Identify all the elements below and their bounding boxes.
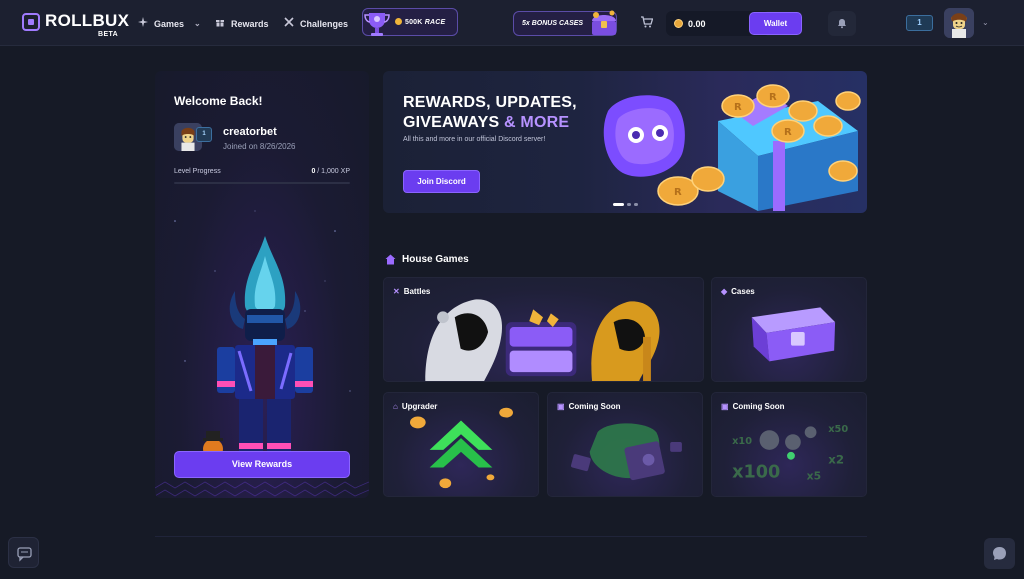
race-amount: 500K — [405, 19, 423, 26]
race-label: RACE — [424, 19, 446, 26]
treasure-chest-icon — [592, 10, 616, 35]
cart-icon[interactable] — [641, 16, 653, 28]
tile-cases-label: ◆ Cases — [721, 287, 755, 296]
svg-text:R: R — [674, 187, 682, 198]
welcome-heading: Welcome Back! — [174, 94, 263, 108]
bonus-cases-banner[interactable]: 5x BONUS CASES — [513, 10, 617, 36]
level-progress-bar — [174, 182, 350, 184]
promo-banner: REWARDS, UPDATES, GIVEAWAYS & MORE All t… — [383, 71, 867, 213]
box-icon: ◆ — [721, 287, 728, 296]
tile-upgrader[interactable]: ⌂ Upgrader — [383, 392, 539, 497]
level-progress-value: 0 / 1,000 XP — [311, 168, 350, 175]
svg-text:x5: x5 — [807, 469, 821, 482]
gamepad-icon — [138, 17, 148, 30]
level-badge: 1 — [906, 15, 933, 31]
logo-icon — [22, 13, 40, 31]
banner-title: REWARDS, UPDATES, GIVEAWAYS & MORE — [403, 93, 577, 133]
profile-level-badge: 1 — [196, 127, 212, 142]
tile-cases[interactable]: ◆ Cases — [711, 277, 867, 382]
join-discord-button[interactable]: Join Discord — [403, 170, 480, 193]
banner-title-line1: REWARDS, UPDATES, — [403, 94, 577, 111]
svg-text:x10: x10 — [732, 436, 752, 447]
logo-text-b: BUX — [92, 11, 130, 30]
level-progress-label: Level Progress — [174, 168, 221, 175]
avatar-image — [944, 8, 974, 38]
logo-text-a: ROLL — [45, 11, 93, 30]
lock-icon: ▣ — [557, 402, 565, 411]
chevron-down-icon: ⌄ — [194, 19, 201, 28]
balance-value: 0.00 — [688, 19, 706, 29]
banner-subtitle: All this and more in our official Discor… — [403, 136, 546, 143]
bell-icon — [838, 19, 846, 29]
top-navbar: ROLLBUX BETA Games ⌄ Rewards Challenges — [0, 0, 1024, 46]
chat-button[interactable] — [8, 537, 39, 568]
coin-icon — [395, 18, 402, 25]
bonus-cases-label: 5x BONUS CASES — [522, 20, 584, 27]
nav-rewards-label: Rewards — [231, 18, 269, 29]
nav-challenges[interactable]: Challenges — [284, 17, 348, 30]
swords-icon — [284, 17, 294, 30]
chevron-down-icon[interactable]: ⌄ — [982, 18, 989, 27]
tile-battles-label: ✕ Battles — [393, 287, 431, 296]
nav-games[interactable]: Games ⌄ — [138, 17, 201, 30]
support-chat-icon — [993, 547, 1006, 560]
support-button[interactable] — [984, 538, 1015, 569]
avatar[interactable] — [944, 8, 974, 38]
profile-panel: Welcome Back! 1 creatorbet Joined on 8/2… — [155, 71, 369, 498]
character-avatar-art — [203, 236, 313, 459]
swords-icon: ✕ — [393, 287, 400, 296]
tile-coming-soon-2[interactable]: x100 x10 x50 x2 x5 ▣ Coming Soon — [711, 392, 867, 497]
footer-divider — [155, 536, 867, 537]
tile-coming-soon-1-label: ▣ Coming Soon — [557, 402, 621, 411]
view-rewards-button[interactable]: View Rewards — [174, 451, 350, 478]
tile-coming-soon-1[interactable]: ▣ Coming Soon — [547, 392, 703, 497]
svg-text:x100: x100 — [732, 462, 780, 482]
joined-date: Joined on 8/26/2026 — [223, 142, 296, 151]
tile-upgrader-label: ⌂ Upgrader — [393, 402, 438, 411]
trophy-icon — [364, 13, 390, 36]
house-games-heading: House Games — [385, 254, 469, 265]
nav-rewards[interactable]: Rewards — [215, 17, 269, 30]
house-games-title: House Games — [402, 254, 469, 265]
username: creatorbet — [223, 126, 277, 138]
nav-games-label: Games — [154, 18, 185, 29]
logo[interactable]: ROLLBUX BETA — [22, 11, 130, 38]
svg-text:x2: x2 — [828, 453, 844, 467]
carousel-dot-1[interactable] — [613, 203, 624, 206]
svg-text:R: R — [734, 102, 742, 113]
lock-icon: ▣ — [721, 402, 729, 411]
svg-text:R: R — [769, 92, 777, 103]
banner-title-line2: GIVEAWAYS — [403, 114, 500, 131]
carousel-dot-3[interactable] — [634, 203, 638, 206]
carousel-dots — [613, 203, 638, 206]
wallet-button[interactable]: Wallet — [749, 12, 802, 35]
battles-art — [425, 299, 660, 381]
home-icon: ⌂ — [393, 402, 398, 411]
tile-coming-soon-2-label: ▣ Coming Soon — [721, 402, 785, 411]
chat-icon — [17, 547, 32, 562]
carousel-dot-2[interactable] — [627, 203, 631, 206]
gift-icon — [215, 17, 225, 30]
discord-gift-art: R R R R — [603, 84, 861, 211]
tile-battles[interactable]: ✕ Battles — [383, 277, 704, 382]
banner-title-accent: & MORE — [504, 114, 570, 131]
home-icon — [385, 254, 396, 265]
beta-tag: BETA — [98, 31, 119, 38]
coin-icon — [674, 19, 683, 28]
race-banner[interactable]: 500K RACE — [362, 8, 458, 36]
svg-text:x50: x50 — [828, 424, 848, 435]
svg-text:R: R — [784, 127, 792, 138]
nav-challenges-label: Challenges — [300, 18, 349, 29]
